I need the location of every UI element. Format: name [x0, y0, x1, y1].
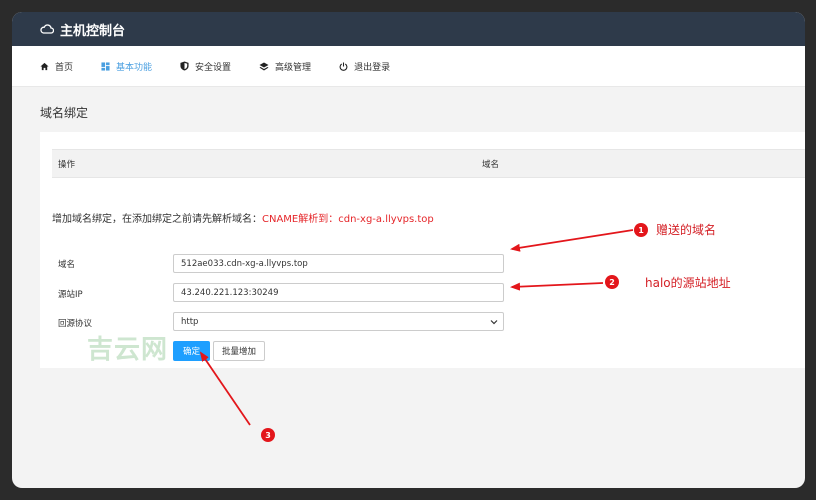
domain-input[interactable]: 512ae033.cdn-xg-a.llyvps.top [173, 254, 504, 273]
nav-item-security[interactable]: 安全设置 [180, 60, 231, 73]
confirm-button[interactable]: 确定 [173, 341, 210, 361]
protocol-select[interactable]: http [173, 312, 504, 331]
source-ip-input[interactable]: 43.240.221.123:30249 [173, 283, 504, 302]
hint-text: 增加域名绑定，在添加绑定之前请先解析域名： [52, 214, 262, 225]
bind-hint: 增加域名绑定，在添加绑定之前请先解析域名：CNAME解析到：cdn-xg-a.l… [52, 210, 434, 225]
annotation-badge-3: 3 [261, 428, 275, 442]
table-header: 操作 域名 [52, 149, 805, 178]
power-icon [339, 61, 348, 71]
domain-value: 512ae033.cdn-xg-a.llyvps.top [181, 258, 308, 269]
domain-label: 域名 [58, 260, 76, 270]
watermark: 吉云网 [87, 335, 169, 365]
nav-item-logout[interactable]: 退出登录 [339, 60, 390, 73]
annotation-text-2: halo的源站地址 [645, 276, 731, 290]
layers-icon [259, 62, 269, 70]
nav-item-label: 高级管理 [275, 62, 312, 73]
chevron-down-icon [490, 320, 498, 325]
annotation-badge-1: 1 [634, 223, 648, 237]
column-header-domain: 域名 [482, 159, 500, 170]
annotation-badge-2: 2 [605, 275, 619, 289]
console-window: 主机控制台 首页 基本功能 安全设置 高级管理 退出登录 域名绑定 操作 域名 … [12, 12, 805, 488]
nav-item-label: 安全设置 [195, 62, 232, 73]
shield-icon [180, 61, 189, 71]
annotation-text-1: 赠送的域名 [656, 223, 717, 237]
main-nav: 首页 基本功能 安全设置 高级管理 退出登录 [12, 46, 805, 87]
nav-item-advanced[interactable]: 高级管理 [259, 60, 311, 73]
nav-item-label: 基本功能 [116, 62, 153, 73]
home-icon [40, 62, 49, 70]
column-header-action: 操作 [58, 159, 76, 170]
titlebar: 主机控制台 [12, 12, 805, 46]
nav-item-label: 退出登录 [354, 62, 391, 73]
protocol-label: 回源协议 [58, 319, 93, 329]
nav-item-label: 首页 [55, 62, 74, 73]
protocol-value: http [181, 316, 199, 327]
app-title: 主机控制台 [12, 20, 125, 39]
app-title-text: 主机控制台 [60, 23, 126, 39]
batch-add-button[interactable]: 批量增加 [213, 341, 265, 361]
source-ip-label: 源站IP [58, 290, 83, 300]
cloud-icon [40, 24, 54, 34]
page-title: 域名绑定 [40, 106, 89, 120]
grid-icon [101, 61, 110, 71]
nav-item-basic[interactable]: 基本功能 [101, 60, 152, 73]
source-ip-value: 43.240.221.123:30249 [181, 287, 279, 298]
cname-hint: CNAME解析到：cdn-xg-a.llyvps.top [262, 214, 434, 225]
nav-item-home[interactable]: 首页 [40, 60, 73, 73]
